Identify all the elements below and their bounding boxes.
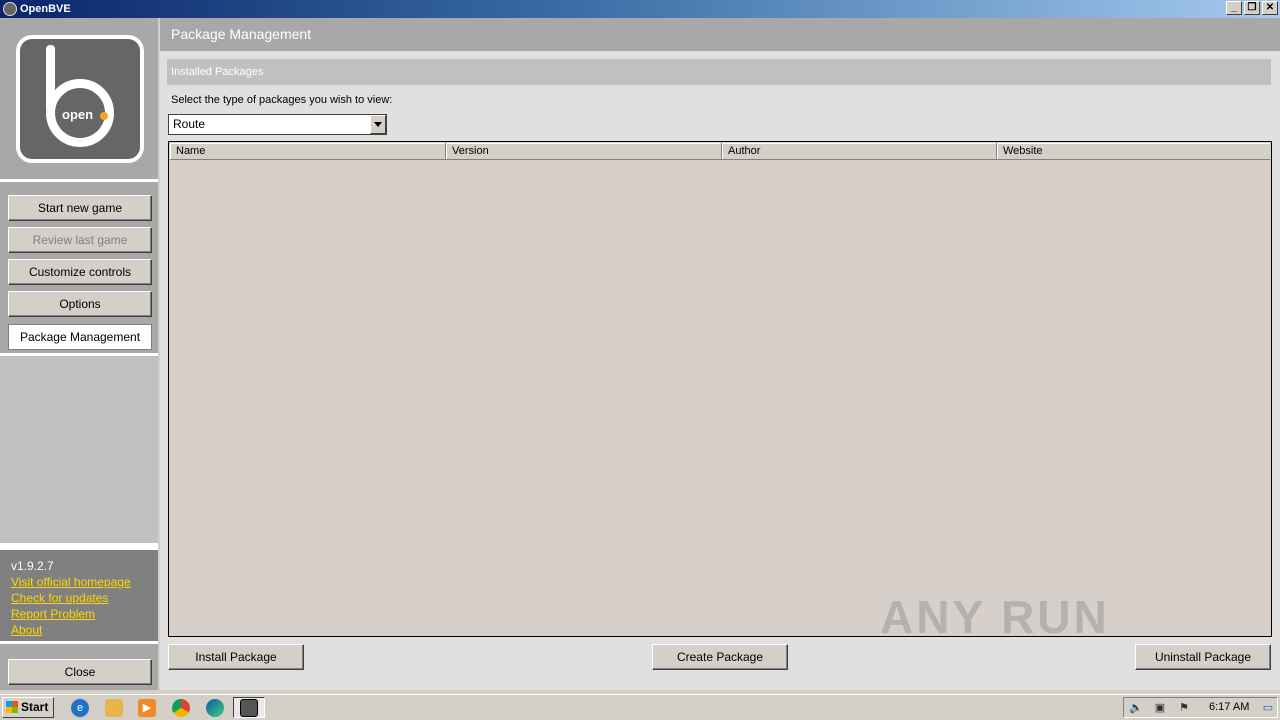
file-explorer-icon[interactable] [105, 699, 123, 717]
sidebar: open Start new game Review last game Cus… [0, 18, 158, 690]
taskbar: Start e ▶ 🔈 ▣ ⚑ 6:17 AM ▭ [0, 694, 1280, 720]
page-title: Package Management [160, 18, 1280, 51]
clock[interactable]: 6:17 AM [1209, 701, 1249, 713]
media-player-icon[interactable]: ▶ [138, 699, 156, 717]
logo-dot [100, 112, 108, 120]
internet-explorer-icon[interactable]: e [71, 699, 89, 717]
edge-icon[interactable] [206, 699, 224, 717]
close-button[interactable]: Close [8, 659, 152, 685]
about-link[interactable]: About [11, 623, 42, 637]
close-panel: Close [0, 644, 158, 690]
close-window-button[interactable]: ✕ [1262, 1, 1278, 15]
report-problem-link[interactable]: Report Problem [11, 607, 95, 621]
package-list[interactable]: Name Version Author Website [168, 141, 1272, 637]
openbve-icon [240, 699, 258, 717]
window-controls: _ ❐ ✕ [1226, 1, 1278, 15]
volume-icon[interactable]: 🔈 [1129, 701, 1143, 715]
package-type-prompt: Select the type of packages you wish to … [171, 94, 393, 106]
sidebar-spacer [0, 356, 158, 543]
show-desktop-icon[interactable]: ▭ [1261, 701, 1275, 715]
homepage-link[interactable]: Visit official homepage [11, 575, 131, 589]
window-title: OpenBVE [20, 3, 71, 15]
section-title: Installed Packages [167, 59, 1271, 85]
package-type-select[interactable]: Route [168, 114, 387, 135]
check-updates-link[interactable]: Check for updates [11, 591, 108, 605]
column-website[interactable]: Website [997, 143, 1270, 160]
column-name[interactable]: Name [170, 143, 446, 160]
column-author[interactable]: Author [722, 143, 997, 160]
main-panel: Package Management Installed Packages Se… [160, 18, 1280, 690]
package-type-value: Route [173, 117, 206, 131]
watermark: ANY RUN [880, 591, 1110, 643]
install-package-button[interactable]: Install Package [168, 644, 304, 670]
openbve-logo: open [16, 35, 144, 163]
restore-button[interactable]: ❐ [1244, 1, 1260, 15]
package-management-button[interactable]: Package Management [8, 324, 152, 350]
column-version[interactable]: Version [446, 143, 722, 160]
logo-text: open [62, 107, 94, 122]
chevron-down-icon[interactable] [370, 115, 386, 134]
start-button[interactable]: Start [2, 697, 54, 718]
minimize-button[interactable]: _ [1226, 1, 1242, 15]
logo-panel: open [0, 18, 158, 179]
system-tray: 🔈 ▣ ⚑ 6:17 AM ▭ [1123, 697, 1278, 718]
nav-panel: Start new game Review last game Customiz… [0, 182, 158, 353]
start-new-game-button[interactable]: Start new game [8, 195, 152, 221]
window-titlebar: OpenBVE _ ❐ ✕ [0, 0, 1280, 18]
network-icon[interactable]: ▣ [1153, 701, 1167, 715]
customize-controls-button[interactable]: Customize controls [8, 259, 152, 285]
review-last-game-button[interactable]: Review last game [8, 227, 152, 253]
options-button[interactable]: Options [8, 291, 152, 317]
flag-icon[interactable]: ⚑ [1177, 701, 1191, 715]
openbve-app-icon [3, 2, 17, 16]
create-package-button[interactable]: Create Package [652, 644, 788, 670]
list-header: Name Version Author Website [170, 143, 1270, 160]
uninstall-package-button[interactable]: Uninstall Package [1135, 644, 1271, 670]
openbve-taskbar-button[interactable] [233, 697, 265, 718]
chrome-icon[interactable] [172, 699, 190, 717]
info-panel: v1.9.2.7 Visit official homepage Check f… [0, 550, 158, 641]
version-label: v1.9.2.7 [11, 559, 54, 573]
